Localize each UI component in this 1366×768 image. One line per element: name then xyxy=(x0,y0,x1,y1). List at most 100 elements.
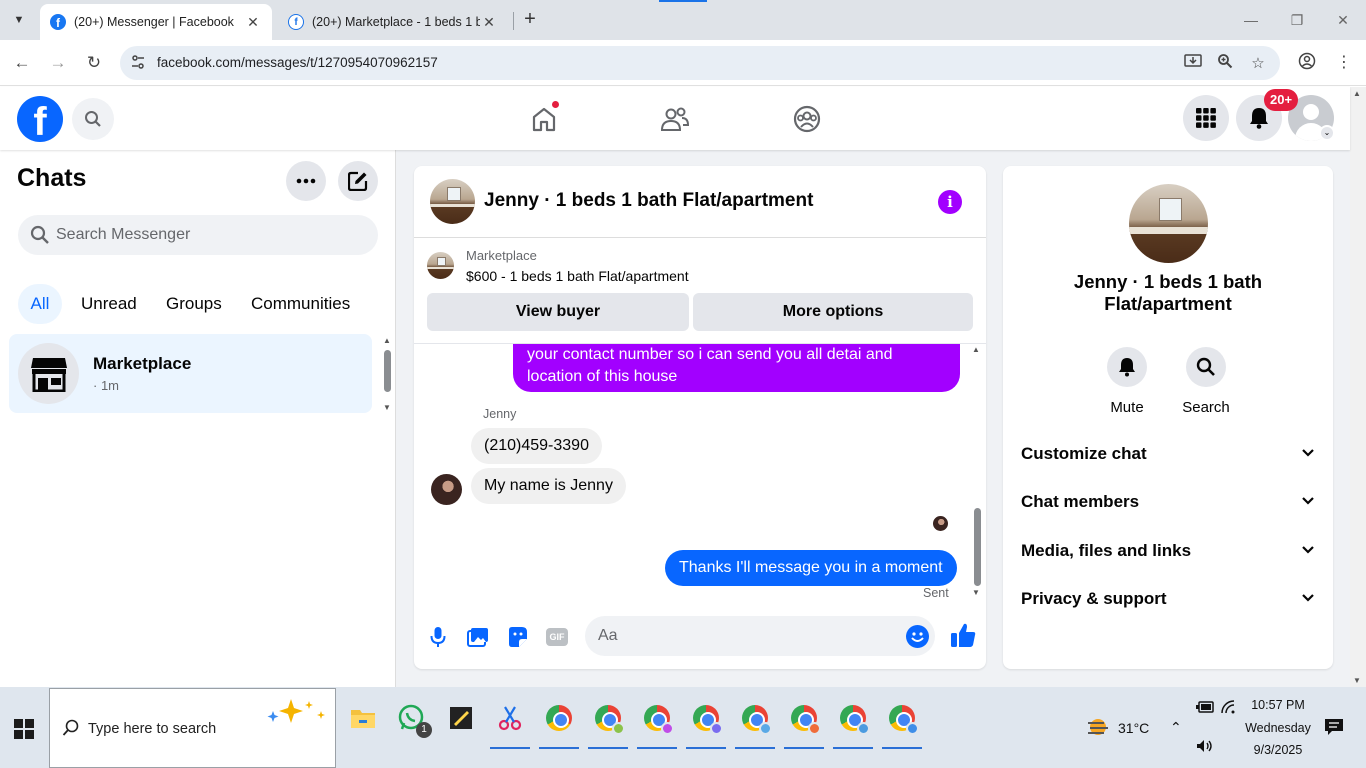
emoji-icon[interactable] xyxy=(906,625,929,648)
close-icon[interactable]: ✕ xyxy=(480,14,498,31)
chevron-down-icon xyxy=(1302,546,1314,554)
messenger-search-box[interactable] xyxy=(18,215,378,255)
taskbar-search-input[interactable] xyxy=(88,716,258,742)
gif-icon[interactable]: GIF xyxy=(544,624,570,650)
tab-messenger[interactable]: f (20+) Messenger | Facebook ✕ xyxy=(40,4,272,40)
sticky-notes-icon[interactable] xyxy=(438,695,484,741)
page-scrollbar[interactable]: ▲ ▼ xyxy=(1350,87,1366,687)
back-icon[interactable]: ← xyxy=(9,50,35,76)
more-options-icon[interactable] xyxy=(286,161,326,201)
microphone-icon[interactable] xyxy=(425,624,451,650)
read-receipt-avatar xyxy=(933,516,948,531)
menu-icon[interactable]: ⋮ xyxy=(1332,52,1356,76)
new-tab-icon[interactable]: + xyxy=(519,9,541,31)
volume-icon[interactable] xyxy=(1196,739,1214,758)
privacy-support-section[interactable]: Privacy & support xyxy=(1011,577,1325,621)
whatsapp-icon[interactable]: 1 xyxy=(389,695,435,741)
chrome-profile-icon[interactable] xyxy=(683,695,729,749)
clock-day[interactable]: Wednesday xyxy=(1242,721,1314,735)
notifications-icon[interactable] xyxy=(1324,718,1344,741)
home-icon[interactable] xyxy=(524,99,564,139)
chats-title: Chats xyxy=(17,164,87,192)
new-message-icon[interactable] xyxy=(338,161,378,201)
chat-item-marketplace[interactable]: Marketplace · 1m xyxy=(9,334,372,413)
file-explorer-icon[interactable] xyxy=(340,695,386,741)
filter-unread[interactable]: Unread xyxy=(72,284,146,324)
weather-temperature[interactable]: 31°C xyxy=(1118,720,1149,736)
maximize-icon[interactable]: ❐ xyxy=(1282,8,1312,32)
search-in-conversation-button[interactable]: Search xyxy=(1176,347,1236,416)
facebook-logo-icon[interactable]: f xyxy=(17,96,63,142)
chats-scrollbar[interactable]: ▲ ▼ xyxy=(382,336,394,412)
chrome-profile-icon[interactable] xyxy=(830,695,876,749)
search-icon[interactable] xyxy=(72,98,114,140)
chat-members-section[interactable]: Chat members xyxy=(1011,480,1325,524)
apps-grid-icon[interactable] xyxy=(1183,95,1229,141)
profile-icon[interactable] xyxy=(1295,52,1319,76)
wifi-icon[interactable] xyxy=(1220,699,1236,720)
media-files-links-section[interactable]: Media, files and links xyxy=(1011,529,1325,573)
friends-icon[interactable] xyxy=(655,99,695,139)
message-input[interactable] xyxy=(598,616,888,656)
listing-avatar[interactable] xyxy=(430,179,475,224)
chrome-profile-icon[interactable] xyxy=(781,695,827,749)
outgoing-message[interactable]: your contact number so i can send you al… xyxy=(513,344,960,392)
chrome-profile-icon[interactable] xyxy=(585,695,631,749)
tab-marketplace[interactable]: f (20+) Marketplace - 1 beds 1 b ✕ xyxy=(278,4,508,40)
messages-scrollbar[interactable]: ▲ ▼ xyxy=(970,344,984,600)
photo-icon[interactable] xyxy=(465,624,491,650)
mute-button[interactable]: Mute xyxy=(1097,347,1157,416)
browser-toolbar: ← → ↻ facebook.com/messages/t/1270954070… xyxy=(0,40,1366,86)
windows-start-icon[interactable] xyxy=(14,719,34,739)
listing-photo[interactable] xyxy=(1129,184,1208,263)
listing-thumbnail[interactable] xyxy=(427,252,454,279)
chrome-profile-icon[interactable] xyxy=(879,695,925,749)
more-options-button[interactable]: More options xyxy=(693,293,973,331)
search-input[interactable] xyxy=(56,215,366,255)
incoming-message[interactable]: (210)459-3390 xyxy=(471,428,602,464)
chevron-down-icon[interactable]: ⌄ xyxy=(1319,125,1335,141)
chrome-profile-icon[interactable] xyxy=(634,695,680,749)
message-input-box[interactable] xyxy=(585,616,935,656)
chevron-up-icon[interactable]: ⌃ xyxy=(1170,719,1182,736)
forward-icon[interactable]: → xyxy=(45,50,71,76)
conversation-header: Jenny · 1 beds 1 bath Flat/apartment i xyxy=(414,166,986,238)
customize-chat-section[interactable]: Customize chat xyxy=(1011,432,1325,476)
outgoing-message[interactable]: Thanks I'll message you in a moment xyxy=(665,550,957,586)
filter-groups[interactable]: Groups xyxy=(157,284,231,324)
clock-time[interactable]: 10:57 PM xyxy=(1246,698,1310,712)
tab-search-icon[interactable]: ▼ xyxy=(6,8,32,32)
star-icon[interactable]: ☆ xyxy=(1247,53,1269,75)
chrome-icon[interactable] xyxy=(536,695,582,749)
info-icon[interactable]: i xyxy=(938,190,962,214)
install-icon[interactable] xyxy=(1182,53,1204,75)
site-info-icon[interactable] xyxy=(130,54,146,73)
snipping-tool-icon[interactable] xyxy=(487,695,533,749)
clock-date[interactable]: 9/3/2025 xyxy=(1246,743,1310,757)
avatar[interactable] xyxy=(431,474,462,505)
reload-icon[interactable]: ↻ xyxy=(81,50,107,76)
section-title: Customize chat xyxy=(1021,444,1147,463)
section-title: Privacy & support xyxy=(1021,589,1167,608)
close-icon[interactable]: ✕ xyxy=(244,14,262,31)
address-bar[interactable]: facebook.com/messages/t/1270954070962157… xyxy=(120,46,1280,80)
window-indicator xyxy=(659,0,707,2)
battery-icon[interactable] xyxy=(1196,700,1214,718)
close-window-icon[interactable]: ✕ xyxy=(1328,8,1358,32)
incoming-message[interactable]: My name is Jenny xyxy=(471,468,626,504)
listing-price[interactable]: $600 - 1 beds 1 bath Flat/apartment xyxy=(466,268,689,284)
taskbar-search-box[interactable] xyxy=(49,688,336,768)
conversation-title[interactable]: Jenny · 1 beds 1 bath Flat/apartment xyxy=(484,190,813,212)
zoom-icon[interactable] xyxy=(1214,53,1236,75)
conversation-panel: Jenny · 1 beds 1 bath Flat/apartment i M… xyxy=(414,166,986,669)
url-text[interactable]: facebook.com/messages/t/1270954070962157 xyxy=(157,55,438,70)
like-icon[interactable] xyxy=(949,621,977,649)
weather-icon[interactable] xyxy=(1086,717,1110,744)
view-buyer-button[interactable]: View buyer xyxy=(427,293,689,331)
filter-all[interactable]: All xyxy=(18,284,62,324)
groups-icon[interactable] xyxy=(787,99,827,139)
chrome-profile-icon[interactable] xyxy=(732,695,778,749)
filter-communities[interactable]: Communities xyxy=(242,284,359,324)
sticker-icon[interactable] xyxy=(504,624,530,650)
minimize-icon[interactable]: — xyxy=(1236,8,1266,32)
